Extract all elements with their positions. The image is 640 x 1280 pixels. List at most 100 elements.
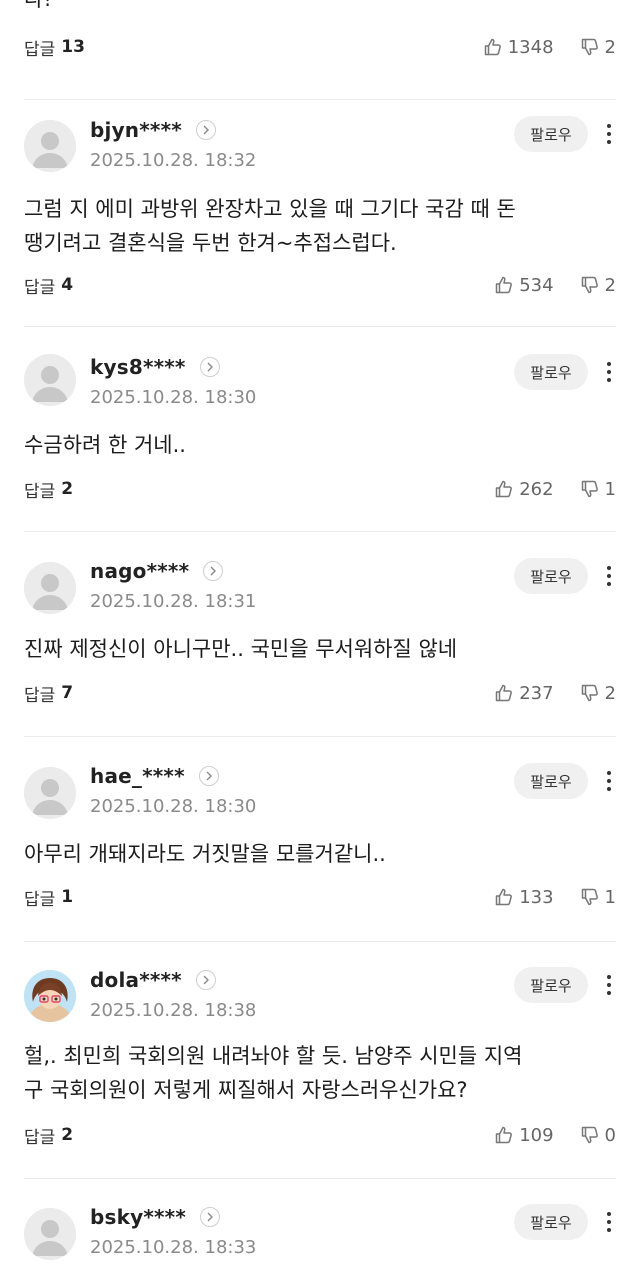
reply-label: 답글 — [24, 481, 56, 502]
reply-count: 1 — [61, 887, 74, 907]
follow-button[interactable]: 팔로우 — [514, 1204, 588, 1240]
username[interactable]: dola**** — [90, 968, 182, 992]
thumbs-up-icon — [495, 684, 513, 702]
chevron-right-icon[interactable] — [203, 561, 224, 581]
more-vertical-icon[interactable] — [599, 116, 619, 152]
more-vertical-icon[interactable] — [599, 1204, 619, 1240]
follow-button[interactable]: 팔로우 — [514, 558, 588, 594]
reply-label: 답글 — [24, 277, 56, 298]
dislike-count: 2 — [604, 682, 616, 704]
thumbs-down-icon — [581, 684, 598, 702]
chevron-right-icon[interactable] — [198, 766, 219, 786]
user-line: kys8**** — [90, 353, 220, 381]
vote-group: 237 2 — [494, 678, 616, 708]
username[interactable]: kys8**** — [90, 355, 186, 379]
comment-item: bsky**** 2025.10.28. 18:33 팔로우 — [0, 1179, 640, 1280]
avatar[interactable] — [24, 562, 76, 614]
reply-button[interactable]: 답글 2 — [24, 474, 73, 504]
reply-count: 13 — [61, 37, 85, 57]
like-button[interactable]: 1348 — [483, 37, 554, 58]
reply-button[interactable]: 답글 1 — [24, 882, 73, 912]
timestamp: 2025.10.28. 18:38 — [90, 1000, 257, 1021]
like-button[interactable]: 237 — [494, 683, 554, 704]
reply-label: 답글 — [24, 889, 56, 910]
follow-button[interactable]: 팔로우 — [514, 763, 588, 799]
more-vertical-icon[interactable] — [599, 763, 619, 799]
comment-actions: 답글 1 133 1 — [0, 882, 640, 912]
default-avatar-icon — [24, 767, 76, 819]
reply-button[interactable]: 답글 2 — [24, 1120, 73, 1150]
like-count: 133 — [519, 886, 554, 908]
like-button[interactable]: 133 — [494, 886, 554, 908]
reply-count: 7 — [61, 683, 74, 703]
reply-label: 답글 — [24, 685, 56, 706]
comment-actions: 답글 13 1348 2 — [0, 32, 640, 62]
dislike-count: 0 — [604, 1124, 616, 1146]
dislike-button[interactable]: 2 — [580, 683, 616, 704]
comment-text-line: 진짜 제정신이 아니구만.. 국민을 무서워하질 않네 — [24, 637, 458, 661]
comment-text: 헐,. 최민희 국회의원 내려놔야 할 듯. 남양주 시민들 지역 구 국회의원… — [24, 1039, 616, 1107]
username[interactable]: hae_**** — [90, 764, 185, 788]
user-line: dola**** — [90, 966, 216, 994]
user-line: hae_**** — [90, 762, 219, 790]
default-avatar-icon — [24, 354, 76, 406]
thumbs-up-icon — [495, 276, 513, 294]
comment-item: dola**** 2025.10.28. 18:38 팔로우 헐,. 최민희 국… — [0, 942, 640, 1178]
chevron-right-icon[interactable] — [200, 1207, 220, 1227]
dislike-count: 2 — [604, 274, 616, 296]
avatar[interactable] — [24, 354, 76, 406]
more-vertical-icon[interactable] — [599, 967, 619, 1003]
default-avatar-icon — [24, 562, 76, 614]
avatar[interactable] — [24, 120, 76, 172]
like-button[interactable]: 109 — [494, 1125, 554, 1146]
username[interactable]: nago**** — [90, 559, 189, 583]
reply-button[interactable]: 답글 4 — [24, 270, 73, 300]
avatar[interactable] — [24, 1208, 76, 1260]
comment-text: 수금하려 한 거네.. — [24, 428, 616, 462]
comment-text-line: 구 국회의원이 저렇게 찌질해서 자랑스러우신가요? — [24, 1078, 468, 1102]
follow-button[interactable]: 팔로우 — [514, 967, 588, 1003]
thumbs-down-icon — [581, 1126, 598, 1144]
dislike-button[interactable]: 2 — [580, 37, 616, 58]
more-vertical-icon[interactable] — [599, 354, 619, 390]
like-button[interactable]: 534 — [494, 274, 554, 296]
dislike-count: 2 — [604, 36, 616, 58]
dislike-button[interactable]: 1 — [580, 887, 616, 908]
vote-group: 1348 2 — [483, 32, 616, 62]
thumbs-down-icon — [581, 888, 598, 906]
thumbs-up-icon — [495, 1126, 513, 1144]
vote-group: 109 0 — [494, 1120, 616, 1150]
like-count: 534 — [519, 274, 554, 296]
comment-text-tail: 다! — [24, 0, 52, 14]
reply-count: 2 — [61, 1125, 74, 1145]
username[interactable]: bjyn**** — [90, 118, 182, 142]
chevron-right-icon[interactable] — [195, 120, 216, 140]
dislike-button[interactable]: 1 — [580, 479, 616, 500]
comment-item: bjyn**** 2025.10.28. 18:32 팔로우 그럼 지 에미 과… — [0, 100, 640, 326]
comment-actions: 답글 2 109 0 — [0, 1120, 640, 1150]
dislike-button[interactable]: 0 — [580, 1125, 616, 1146]
reply-button[interactable]: 답글 7 — [24, 678, 73, 708]
comment-text-line: 그럼 지 에미 과방위 완장차고 있을 때 그기다 국감 때 돈 — [24, 197, 516, 221]
comment-text: 아무리 개돼지라도 거짓말을 모를거같니.. — [24, 837, 616, 871]
dislike-count: 1 — [604, 886, 616, 908]
thumbs-up-icon — [484, 38, 501, 56]
dislike-count: 1 — [604, 478, 616, 500]
avatar[interactable] — [24, 970, 76, 1022]
thumbs-down-icon — [581, 480, 598, 498]
follow-button[interactable]: 팔로우 — [514, 116, 588, 152]
chevron-right-icon[interactable] — [199, 357, 220, 377]
thumbs-up-icon — [495, 480, 513, 498]
username[interactable]: bsky**** — [90, 1205, 186, 1229]
user-line: nago**** — [90, 557, 224, 585]
reply-label: 답글 — [24, 39, 56, 60]
dislike-button[interactable]: 2 — [580, 275, 616, 296]
avatar[interactable] — [24, 767, 76, 819]
user-line: bjyn**** — [90, 116, 216, 144]
chevron-right-icon[interactable] — [195, 970, 216, 990]
more-vertical-icon[interactable] — [599, 558, 619, 594]
like-button[interactable]: 262 — [494, 479, 554, 500]
follow-button[interactable]: 팔로우 — [514, 354, 588, 390]
reply-button[interactable]: 답글 13 — [24, 32, 85, 62]
character-avatar-icon — [24, 970, 76, 1022]
